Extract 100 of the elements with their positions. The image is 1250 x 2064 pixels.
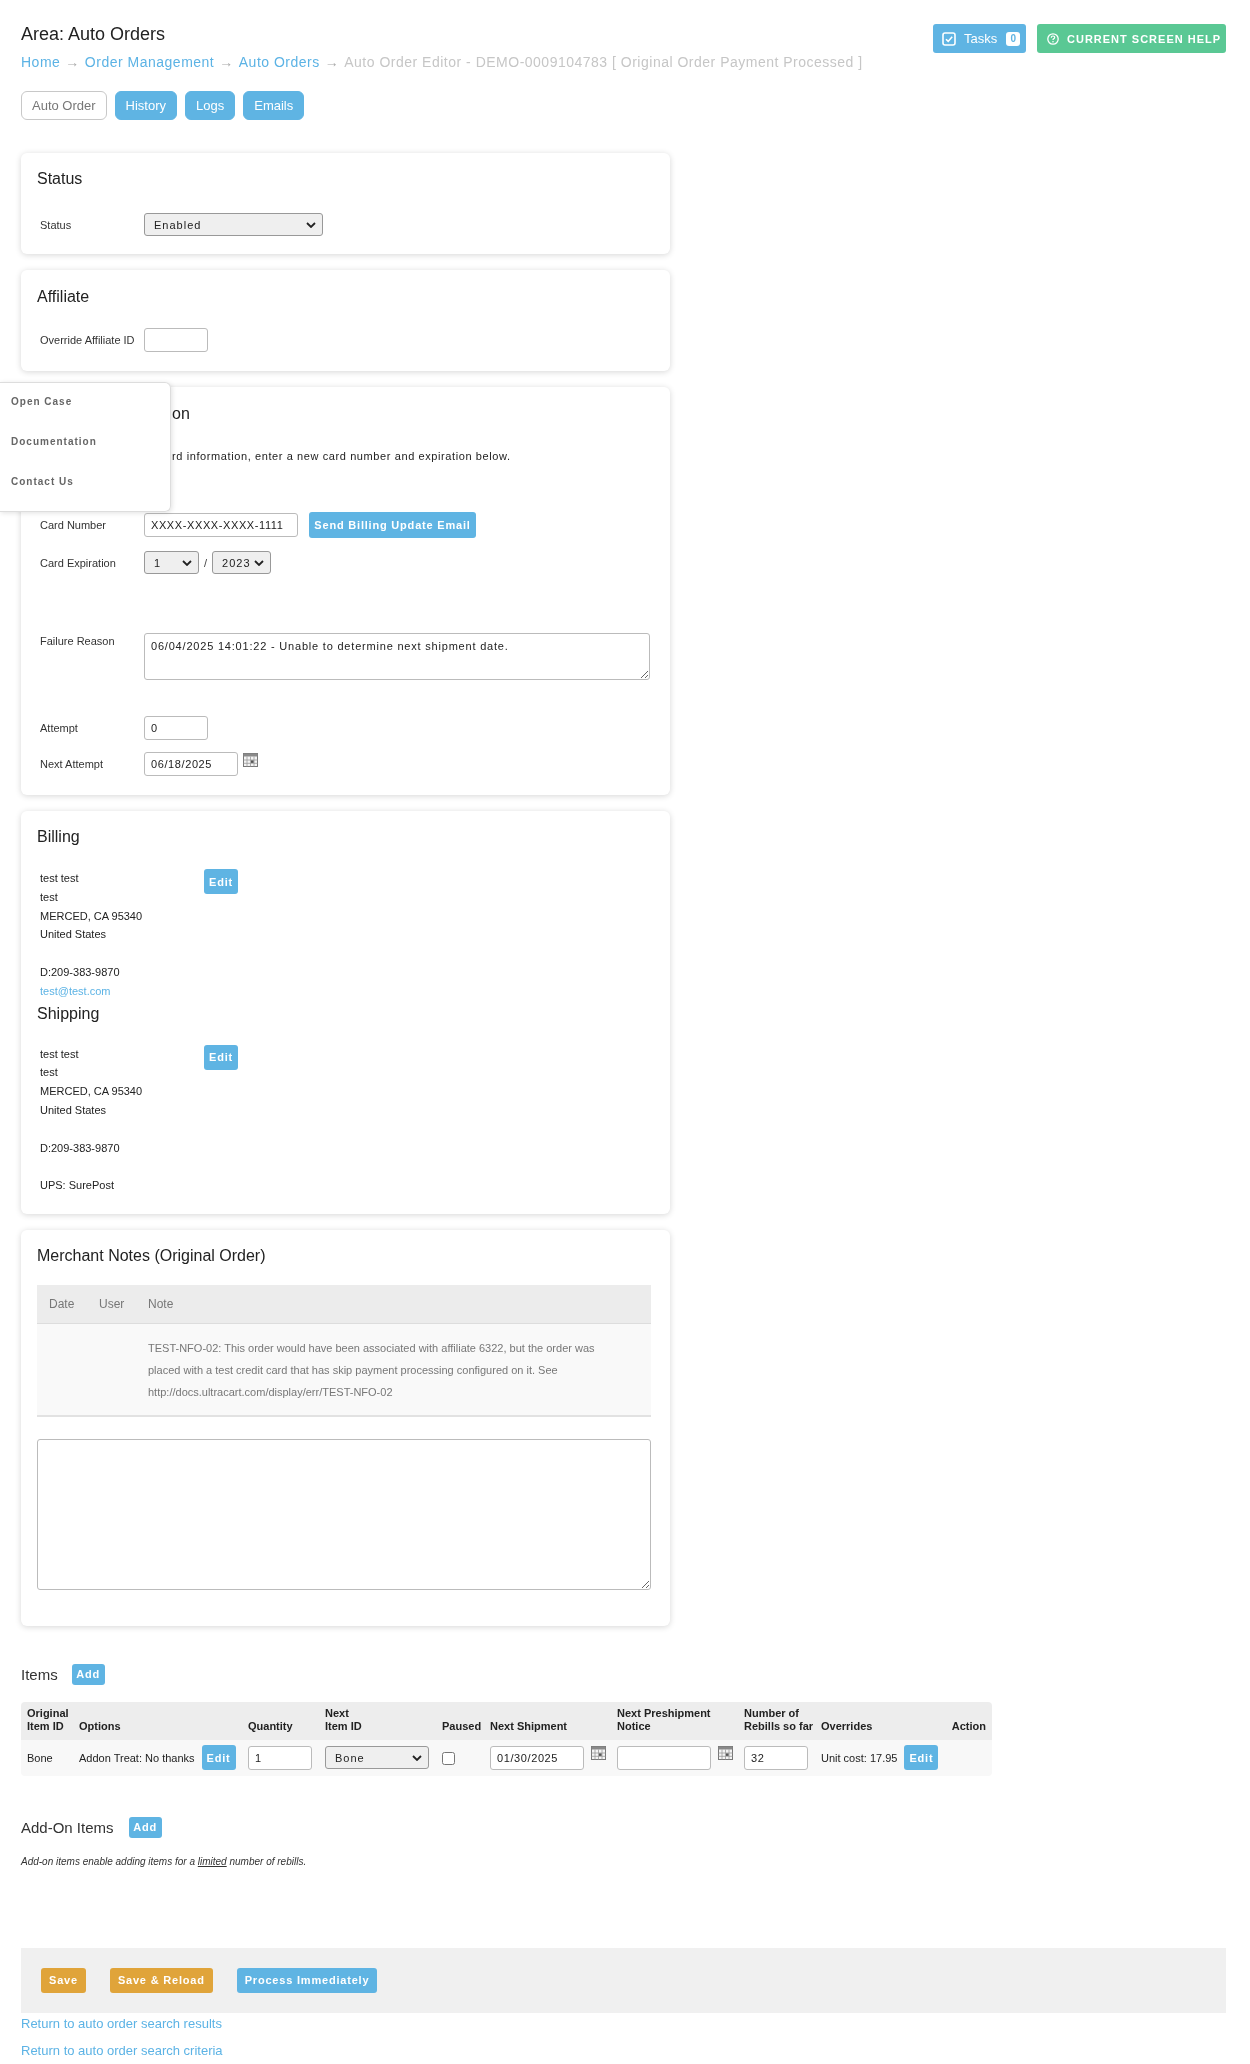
affiliate-id-field[interactable] [144,328,208,352]
return-link[interactable]: Return to auto order search criteria [21,2042,223,2058]
card-title: Shipping [37,1003,101,1024]
status-select[interactable]: Enabled [144,213,323,236]
address-line: test [40,1065,59,1081]
card-title: on [172,404,190,424]
column-header: Paused [442,1720,483,1734]
field-label: Next Attempt [40,758,104,770]
breadcrumb-item[interactable]: Order Management [84,54,215,70]
section-title: Add-On Items [21,1818,114,1836]
rebills-field[interactable]: 32 [744,1745,808,1770]
field-label: Failure Reason [40,634,116,647]
quantity-field[interactable]: 1 [248,1745,312,1770]
card-title: Billing [37,827,81,847]
breadcrumb-separator: → [219,54,234,70]
date-field[interactable] [617,1745,711,1770]
card-title: Affiliate [37,287,91,307]
tab[interactable]: Auto Order [21,91,107,120]
card-title: Status [37,169,84,189]
column-header: Note [148,1296,174,1311]
address-line: test test [40,1046,80,1062]
edit-button[interactable]: Edit [904,1745,939,1771]
address-line: MERCED, CA 95340 [40,1084,144,1100]
menu-item[interactable]: Contact Us [0,472,74,492]
phone-text: D:209-383-9870 [40,965,121,980]
chevron-icon [182,559,192,566]
field-label: Status [40,218,73,231]
column-header: Next Shipment [490,1720,568,1734]
field-label: Card Number [40,519,108,531]
breadcrumb-item[interactable]: Auto Orders [238,54,320,70]
breadcrumb-separator: → [324,54,340,70]
help-icon [1047,32,1059,45]
table-cell: Unit cost: 17.95 [821,1751,898,1764]
calendar-icon[interactable] [591,1745,606,1760]
return-link[interactable]: Return to auto order search results [21,2015,222,2031]
address-line: United States [40,1102,108,1118]
phone-text: D:209-383-9870 [40,1140,121,1156]
column-header: Overrides [821,1720,874,1734]
instruction-text: rd information, enter a new card number and expiration below. [172,449,511,463]
email-link[interactable]: test@test.com [40,984,111,997]
item-select[interactable]: Bone [325,1746,429,1770]
column-header: Next Preshipment Notice [617,1706,712,1734]
column-header: Original Item ID [27,1706,70,1734]
breadcrumb-separator: → [65,54,80,70]
failure-reason-field[interactable]: 06/04/2025 14:01:22 - Unable to determine next shipment date. [144,633,650,680]
field-label: Card Expiration [40,556,117,569]
menu-item[interactable]: Open Case [0,392,73,412]
chevron-icon [306,221,316,228]
tasks-button[interactable]: Tasks 0 [933,24,1026,53]
field-label: Attempt [40,722,79,734]
tab[interactable]: Logs [185,91,236,120]
edit-button[interactable]: Edit [204,869,238,894]
next-attempt-field[interactable]: 06/18/2025 [144,752,238,776]
edit-button[interactable]: Edit [204,1044,238,1070]
breadcrumb-item: Auto Order Editor - DEMO-0009104783 [ Original Order Payment Processed ] [344,54,863,70]
checkbox[interactable] [442,1751,455,1765]
tab[interactable]: History [114,91,178,120]
column-header: Next Item ID [325,1706,363,1734]
calendar-icon[interactable] [718,1745,733,1760]
tab[interactable]: Emails [243,91,305,120]
send-email-button[interactable]: Send Billing Update Email [309,512,476,538]
action-button[interactable]: Process Immediately [236,1967,378,1993]
year-select[interactable]: 2023 [212,551,272,574]
card-title: Merchant Notes (Original Order) [37,1245,267,1266]
date-field[interactable]: 01/30/2025 [490,1745,584,1770]
column-header: Quantity [248,1720,294,1734]
address-line: test [40,889,59,905]
attempt-field[interactable]: 0 [144,716,208,740]
help-button[interactable]: CURRENT SCREEN HELP [1037,24,1226,53]
calendar-icon[interactable] [243,753,258,767]
count-badge: 0 [1006,31,1020,46]
action-button[interactable]: Save [41,1967,86,1993]
add-button[interactable]: Add [71,1663,105,1685]
note-input-field[interactable] [37,1438,651,1590]
address-line: test test [40,871,80,886]
column-header: Options [79,1720,122,1734]
table-cell: Addon Treat: No thanks [79,1751,195,1764]
help-text: Add-on items enable adding items for a limited number of rebills. [21,1854,308,1869]
page-title: Area: Auto Orders [21,23,167,45]
address-line: MERCED, CA 95340 [40,908,144,924]
chevron-icon [254,559,265,566]
limited-link[interactable]: limited [197,1855,227,1867]
date-separator: / [204,556,208,569]
month-select[interactable]: 1 [144,551,199,574]
column-header: Date [49,1296,76,1311]
action-button[interactable]: Save & Reload [109,1967,213,1993]
table-cell: Bone [27,1751,53,1764]
add-button[interactable]: Add [128,1816,162,1838]
menu-item[interactable]: Documentation [0,432,97,452]
address-line: United States [40,927,108,943]
card-number-field[interactable]: XXXX-XXXX-XXXX-1111 [144,513,298,537]
section-title: Items [21,1665,58,1683]
field-label: Override Affiliate ID [40,334,136,346]
column-header: Number of Rebills so far [744,1706,815,1734]
table-cell-text: TEST-NFO-02: This order would have been associated with affiliate 6322, but the order was placed with a test credit card that has skip payment processing configured on it. See http://docs.ultracart.com/display/err/TEST-NFO-02 [148,1340,596,1400]
chevron-icon [412,1754,422,1761]
edit-button[interactable]: Edit [201,1745,236,1771]
breadcrumb-item[interactable]: Home [21,54,61,70]
shipping-method-text: UPS: SurePost [40,1178,115,1194]
checkbox-icon [942,31,956,46]
